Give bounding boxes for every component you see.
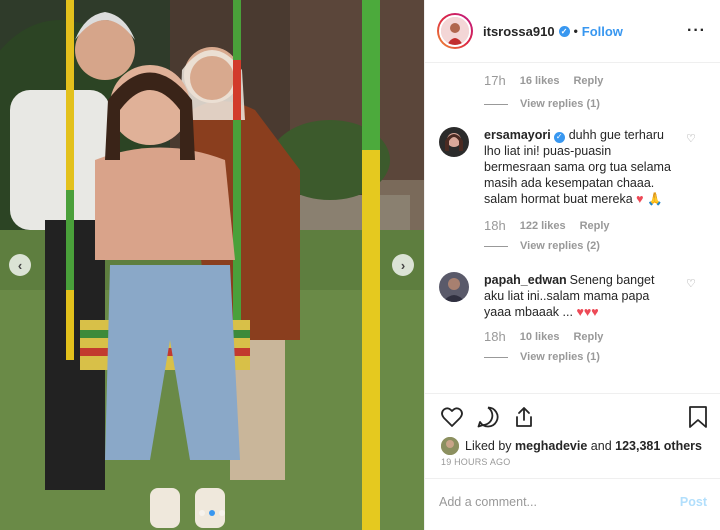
commenter-username[interactable]: papah_edwan: [484, 273, 567, 287]
share-icon[interactable]: [511, 404, 537, 430]
comment-text: papah_edwan Seneng banget aku liat ini..s…: [484, 272, 674, 320]
commenter-avatar-image: [439, 272, 469, 302]
post-timestamp[interactable]: 19 HOURS AGO: [441, 457, 510, 467]
liked-by-and: and: [590, 439, 612, 453]
view-replies-button[interactable]: View replies (1): [484, 98, 720, 110]
comment-meta: 18h 10 likes Reply: [484, 329, 617, 344]
comment-item: ersamayori ✓ duhh gue terharu lho liat ini…: [425, 127, 720, 257]
post-header: itsrossa910 ✓ • Follow ···: [425, 0, 720, 63]
bookmark-icon[interactable]: [685, 404, 711, 430]
comment-emojis: ♥ 🙏: [636, 192, 663, 206]
comment-item: 17h 16 likes Reply View replies (1): [425, 73, 720, 110]
post-comment-button[interactable]: Post: [680, 495, 707, 509]
next-photo-button[interactable]: ›: [392, 254, 414, 276]
like-comment-heart-icon[interactable]: ♡: [686, 132, 696, 145]
comment-text: ersamayori ✓ duhh gue terharu lho liat ini…: [484, 127, 674, 207]
previous-photo-button[interactable]: ‹: [9, 254, 31, 276]
commenter-avatar[interactable]: [439, 127, 469, 157]
replies-line: [484, 245, 508, 247]
carousel-dot: [199, 510, 205, 516]
comment-item: papah_edwan Seneng banget aku liat ini..s…: [425, 272, 720, 382]
action-icons-row: [439, 404, 711, 430]
comment-bubble-icon[interactable]: [475, 404, 501, 430]
add-comment-bar: Post: [425, 478, 720, 524]
comment-time: 18h: [484, 218, 506, 233]
verified-badge-icon: ✓: [553, 131, 565, 143]
commenter-avatar-image: [439, 127, 469, 157]
comment-likes[interactable]: 10 likes: [520, 331, 560, 343]
reply-button[interactable]: Reply: [573, 331, 603, 343]
separator-dot: •: [573, 24, 578, 38]
comments-list[interactable]: 17h 16 likes Reply View replies (1) ersa…: [425, 63, 720, 393]
view-replies-button[interactable]: View replies (2): [484, 240, 600, 252]
comment-input[interactable]: [439, 494, 680, 509]
liked-by-summary: Liked by meghadevie and 123,381 others: [441, 437, 702, 455]
liked-by-prefix: Liked by: [465, 439, 512, 453]
replies-line: [484, 103, 508, 105]
carousel-indicator: [0, 510, 424, 516]
carousel-dot-active: [209, 510, 215, 516]
view-replies-button[interactable]: View replies (1): [484, 351, 600, 363]
likes-count-link[interactable]: 123,381 others: [615, 439, 702, 453]
liker-avatar[interactable]: [441, 437, 459, 455]
author-avatar-image: [441, 17, 469, 45]
photo-image: [0, 0, 424, 530]
post-photo[interactable]: ‹ ›: [0, 0, 424, 530]
comment-likes[interactable]: 16 likes: [520, 75, 560, 87]
more-options-icon[interactable]: ···: [687, 22, 706, 40]
follow-button[interactable]: Follow: [582, 24, 623, 39]
reply-button[interactable]: Reply: [580, 220, 610, 232]
view-replies-label: View replies (1): [520, 98, 600, 110]
comment-time: 17h: [484, 73, 506, 88]
reply-button[interactable]: Reply: [573, 75, 603, 87]
like-comment-heart-icon[interactable]: ♡: [686, 277, 696, 290]
like-heart-icon[interactable]: [439, 404, 465, 430]
carousel-dot: [219, 510, 225, 516]
author-avatar[interactable]: [437, 13, 473, 49]
commenter-avatar[interactable]: [439, 272, 469, 302]
view-replies-label: View replies (1): [520, 351, 600, 363]
post-actions: Liked by meghadevie and 123,381 others 1…: [425, 393, 720, 529]
view-replies-label: View replies (2): [520, 240, 600, 252]
comment-likes[interactable]: 122 likes: [520, 220, 566, 232]
comment-time: 18h: [484, 329, 506, 344]
comment-meta: 18h 122 likes Reply: [484, 218, 624, 233]
liked-by-user[interactable]: meghadevie: [515, 439, 587, 453]
comment-emojis: ♥♥♥: [576, 305, 599, 319]
verified-badge-icon: ✓: [558, 25, 570, 37]
post-side-panel: itsrossa910 ✓ • Follow ··· 17h 16 likes …: [424, 0, 720, 530]
replies-line: [484, 356, 508, 358]
comment-meta: 17h 16 likes Reply: [484, 73, 720, 88]
commenter-username[interactable]: ersamayori: [484, 128, 551, 142]
author-username[interactable]: itsrossa910: [483, 24, 555, 39]
